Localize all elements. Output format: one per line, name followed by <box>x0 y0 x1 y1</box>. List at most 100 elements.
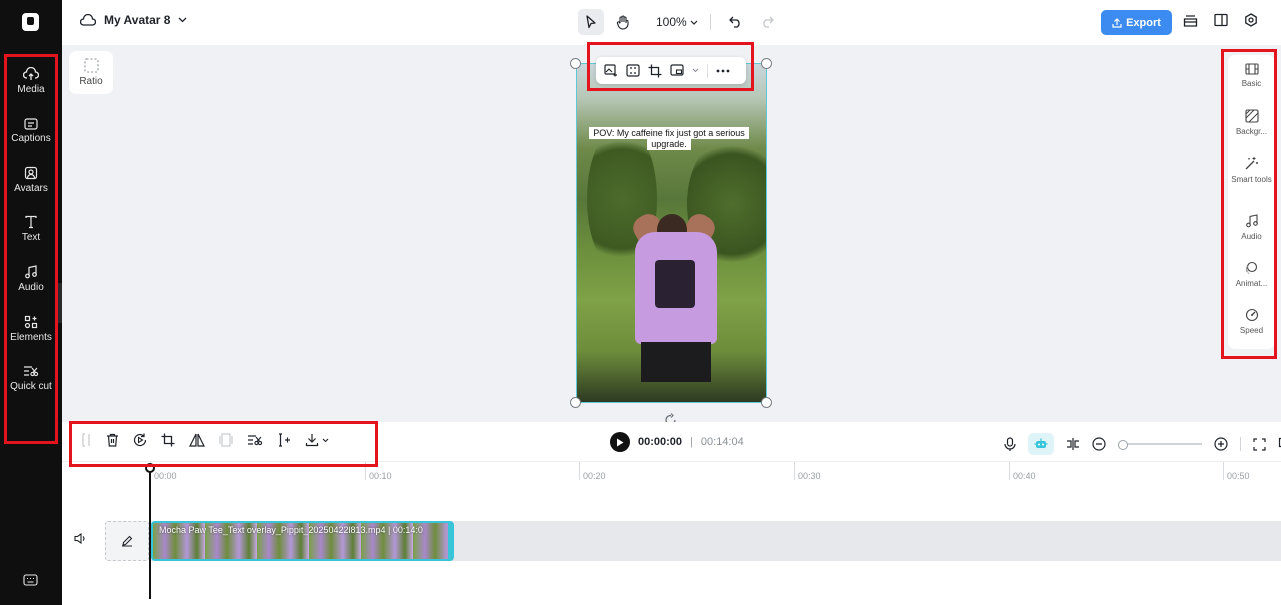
fullscreen-icon[interactable] <box>1253 437 1266 451</box>
stack-icon[interactable] <box>1183 13 1198 28</box>
video-preview[interactable]: POV: My caffeine fix just got a serious … <box>576 63 767 403</box>
resize-handle-top-right[interactable] <box>761 58 772 69</box>
replace-image-icon[interactable] <box>604 64 618 77</box>
edit-cover-button[interactable] <box>105 521 149 561</box>
split-view-icon[interactable] <box>1066 437 1080 451</box>
settings-icon[interactable] <box>1244 13 1258 27</box>
upload-icon <box>1112 17 1122 28</box>
download-icon <box>305 434 319 447</box>
sidebar-item-media[interactable]: Media <box>4 67 58 95</box>
sidebar-item-avatars[interactable]: Avatars <box>4 166 58 194</box>
redo-icon <box>763 16 775 28</box>
sidebar-item-label: Elements <box>10 332 52 343</box>
magic-wand-icon <box>1245 157 1258 170</box>
speed-icon <box>1245 308 1258 322</box>
sidebar-item-captions[interactable]: Captions <box>4 118 58 144</box>
panel-item-animation[interactable]: Animat... <box>1228 261 1275 288</box>
panel-item-audio[interactable]: Audio <box>1228 214 1275 241</box>
fit-frame-icon[interactable] <box>626 64 640 77</box>
layout-panel-icon[interactable] <box>1214 13 1228 27</box>
crop-icon[interactable] <box>648 64 662 78</box>
more-icon[interactable] <box>716 69 730 73</box>
panel-item-label: Basic <box>1241 79 1262 88</box>
text-icon <box>25 215 37 229</box>
video-clip[interactable]: Mocha Paw Tee_Text overlay_Pippit_202504… <box>151 521 454 561</box>
ai-assist-button[interactable] <box>1028 433 1054 455</box>
project-name[interactable]: My Avatar 8 <box>104 13 170 27</box>
download-dropdown[interactable] <box>305 433 329 447</box>
panel-item-background[interactable]: Backgr... <box>1228 109 1275 136</box>
robot-icon <box>1034 438 1048 448</box>
resize-handle-bottom-right[interactable] <box>761 397 772 408</box>
sidebar-item-text[interactable]: Text <box>4 215 58 243</box>
basic-icon <box>1244 63 1259 75</box>
music-note-icon <box>1245 214 1258 228</box>
element-floating-toolbar <box>596 57 746 84</box>
total-duration: 00:14:04 <box>700 436 744 448</box>
ruler-tick <box>365 462 366 480</box>
flip-icon[interactable] <box>189 433 205 447</box>
video-subject-pants <box>641 342 711 382</box>
sidebar-item-audio[interactable]: Audio <box>4 265 58 293</box>
picture-in-picture-icon[interactable] <box>670 64 684 77</box>
microphone-icon[interactable] <box>1004 436 1016 452</box>
sidebar-item-quick-cut[interactable]: Quick cut <box>4 364 58 392</box>
right-properties-panel: Basic Backgr... Smart tools Audio Animat… <box>1228 55 1275 349</box>
delete-icon[interactable] <box>106 433 119 447</box>
trim-icon[interactable] <box>277 433 291 447</box>
undo-button[interactable] <box>723 9 749 35</box>
timeline-toolbar: 00:00:00 | 00:14:04 <box>62 422 1281 462</box>
crop-icon[interactable] <box>161 433 175 447</box>
play-icon <box>617 438 624 446</box>
hand-icon <box>616 14 629 30</box>
chevron-down-icon[interactable] <box>178 17 187 23</box>
ruler-tick <box>579 462 580 480</box>
ratio-icon <box>83 58 99 73</box>
keyboard-icon[interactable] <box>23 574 38 586</box>
panel-item-smart-tools[interactable]: Smart tools <box>1228 156 1275 184</box>
cloud-icon <box>80 13 96 26</box>
clip-trim-handle[interactable] <box>448 523 452 559</box>
cloud-upload-icon <box>23 67 39 80</box>
zoom-in-icon[interactable] <box>1214 437 1228 451</box>
ruler-label: 00:30 <box>798 471 821 481</box>
ruler-tick <box>794 462 795 480</box>
resize-handle-top-left[interactable] <box>570 58 581 69</box>
divider <box>709 14 711 30</box>
play-button[interactable] <box>610 432 630 452</box>
mute-track-icon[interactable] <box>74 533 87 544</box>
captions-icon <box>24 118 38 130</box>
project-title-area[interactable]: My Avatar 8 <box>80 13 187 27</box>
sidebar-item-label: Audio <box>18 282 44 293</box>
timeline-view-controls <box>1004 433 1281 455</box>
select-tool-button[interactable] <box>578 9 604 35</box>
undo-icon <box>729 16 740 28</box>
sidebar-item-elements[interactable]: Elements <box>4 315 58 343</box>
playhead[interactable] <box>149 467 151 599</box>
split-icon[interactable] <box>80 433 92 447</box>
caption-overlay[interactable]: POV: My caffeine fix just got a serious … <box>583 127 755 150</box>
panel-item-speed[interactable]: Speed <box>1228 308 1275 335</box>
ruler-label: 00:40 <box>1013 471 1036 481</box>
zoom-dropdown[interactable]: 100% <box>656 15 698 29</box>
timeline-zoom-slider[interactable] <box>1118 440 1202 450</box>
timeline[interactable]: 00:00 00:10 00:20 00:30 00:40 00:50 Moch… <box>62 462 1281 605</box>
zoom-out-icon[interactable] <box>1092 437 1106 451</box>
playhead-handle[interactable] <box>145 463 155 473</box>
panel-item-basic[interactable]: Basic <box>1228 63 1275 88</box>
resize-handle-bottom-left[interactable] <box>570 397 581 408</box>
replay-icon[interactable] <box>133 433 147 447</box>
elements-icon <box>24 315 38 329</box>
export-button[interactable]: Export <box>1101 10 1172 35</box>
pencil-icon <box>122 535 133 547</box>
freeze-frame-icon[interactable] <box>219 433 233 447</box>
app-logo[interactable] <box>22 13 39 31</box>
sidebar-item-label: Text <box>21 232 41 243</box>
hand-tool-button[interactable] <box>610 9 636 35</box>
quick-cut-icon <box>24 366 39 377</box>
ratio-button[interactable]: Ratio <box>69 51 113 94</box>
redo-button[interactable] <box>755 9 781 35</box>
chevron-down-icon[interactable] <box>692 68 699 73</box>
edit-tools <box>80 433 329 447</box>
quick-cut-icon[interactable] <box>247 433 263 447</box>
